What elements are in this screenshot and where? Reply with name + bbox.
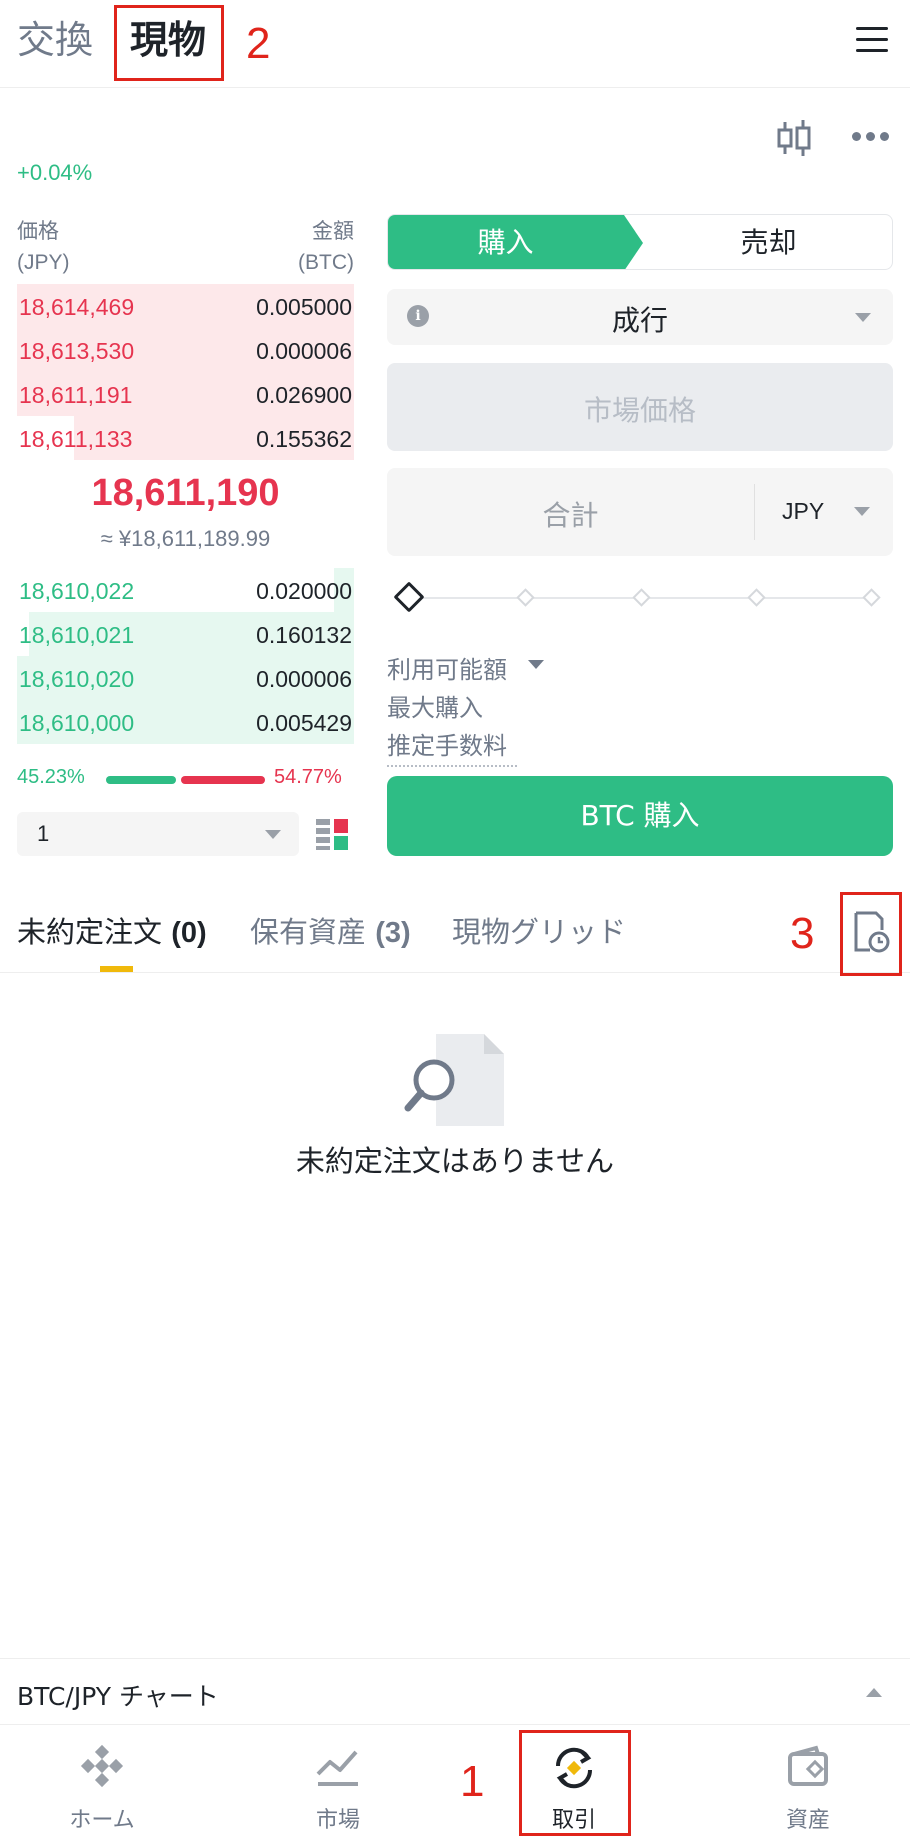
tab-exchange[interactable]: 交換 xyxy=(17,14,93,66)
bid-row[interactable]: 18,610,000 0.005429 xyxy=(17,700,354,744)
annotation-number-1: 1 xyxy=(460,1757,485,1806)
nav-market-label: 市場 xyxy=(315,1808,360,1833)
empty-state-message: 未約定注文はありません xyxy=(295,1144,615,1178)
no-orders-icon xyxy=(404,1034,504,1126)
order-type-value: 成行 xyxy=(611,304,668,337)
price-unit-label: (JPY) xyxy=(17,251,70,274)
amount-header-label: 金額 xyxy=(312,220,354,243)
buy-btc-button[interactable]: BTC 購入 xyxy=(387,776,893,856)
ask-price: 18,611,133 xyxy=(19,426,133,452)
sell-ratio-label: 54.77% xyxy=(274,766,342,788)
sell-tab[interactable]: 売却 xyxy=(643,215,892,269)
market-price-field: 市場価格 xyxy=(387,363,893,451)
slider-node-75[interactable] xyxy=(747,588,766,607)
ask-amount: 0.155362 xyxy=(256,426,352,452)
bid-row[interactable]: 18,610,021 0.160132 xyxy=(17,612,354,656)
nav-home[interactable]: ホーム xyxy=(22,1724,182,1840)
ask-amount: 0.005000 xyxy=(256,294,352,320)
bid-price: 18,610,021 xyxy=(19,622,135,648)
bid-price: 18,610,000 xyxy=(19,710,135,736)
tab-open-orders-label: 未約定注文 xyxy=(17,915,163,949)
ask-row[interactable]: 18,611,191 0.026900 xyxy=(17,372,354,416)
total-input[interactable]: 合計 JPY xyxy=(387,468,893,556)
amount-unit-label: (BTC) xyxy=(298,251,354,274)
fee-underline xyxy=(387,765,517,767)
last-price-fiat: ≈ ¥18,611,189.99 xyxy=(100,526,271,551)
ask-amount: 0.026900 xyxy=(256,382,352,408)
order-book-price-header: 価格 (JPY) xyxy=(17,216,70,278)
slider-node-100[interactable] xyxy=(862,588,881,607)
bid-amount: 0.020000 xyxy=(256,578,352,604)
bid-row[interactable]: 18,610,020 0.000006 xyxy=(17,656,354,700)
tab-holdings-label: 保有資産 xyxy=(250,915,367,949)
annotation-box-trade xyxy=(519,1730,631,1836)
chevron-down-icon xyxy=(854,507,870,516)
annotation-number-3: 3 xyxy=(790,909,815,958)
sell-ratio-bar xyxy=(181,776,265,784)
bid-amount: 0.160132 xyxy=(256,622,352,648)
buy-tab[interactable]: 購入 xyxy=(388,215,643,269)
bid-price: 18,610,022 xyxy=(19,578,135,604)
tab-holdings-count: (3) xyxy=(375,917,411,949)
home-icon xyxy=(80,1744,124,1788)
estimated-fee-label[interactable]: 推定手数料 xyxy=(387,726,507,761)
bid-amount: 0.005429 xyxy=(256,710,352,736)
depth-precision-select[interactable]: 1 xyxy=(17,812,299,856)
hamburger-menu-icon[interactable] xyxy=(856,24,888,56)
bid-amount: 0.000006 xyxy=(256,666,352,692)
more-options-icon[interactable] xyxy=(852,132,890,144)
wallet-icon xyxy=(788,1745,828,1786)
candlestick-chart-icon[interactable] xyxy=(776,118,812,158)
ask-price: 18,613,530 xyxy=(19,338,135,364)
tab-spot-grid[interactable]: 現物グリッド xyxy=(452,912,626,952)
chevron-down-icon[interactable] xyxy=(528,660,544,669)
tab-open-orders[interactable]: 未約定注文 (0) xyxy=(17,912,207,953)
tab-open-orders-count: (0) xyxy=(171,917,207,949)
chevron-down-icon xyxy=(855,313,871,322)
chevron-down-icon xyxy=(265,830,281,839)
market-icon xyxy=(316,1750,358,1786)
order-book-layout-icon[interactable] xyxy=(315,817,349,851)
total-placeholder: 合計 xyxy=(542,499,599,532)
bid-price: 18,610,020 xyxy=(19,666,135,692)
chevron-up-icon[interactable] xyxy=(866,1688,882,1697)
ask-price: 18,614,469 xyxy=(19,294,135,320)
slider-node-25[interactable] xyxy=(516,588,535,607)
order-history-icon[interactable] xyxy=(852,910,890,954)
order-book-amount-header: 金額 (BTC) xyxy=(254,216,354,278)
order-type-select[interactable]: i 成行 xyxy=(387,289,893,345)
buy-ratio-label: 45.23% xyxy=(17,766,85,788)
ask-row[interactable]: 18,611,133 0.155362 xyxy=(17,416,354,460)
currency-select[interactable]: JPY xyxy=(782,498,824,525)
bid-row[interactable]: 18,610,022 0.020000 xyxy=(17,568,354,612)
chart-toggle-bar[interactable]: BTC/JPY チャート xyxy=(0,1658,910,1724)
price-change-percent: +0.04% xyxy=(17,160,93,185)
last-price: 18,611,190 xyxy=(91,472,280,514)
price-header-label: 価格 xyxy=(17,220,59,243)
nav-assets-label: 資産 xyxy=(785,1808,830,1833)
nav-market[interactable]: 市場 xyxy=(258,1724,418,1840)
ask-row[interactable]: 18,614,469 0.005000 xyxy=(17,284,354,328)
annotation-box-spot xyxy=(114,5,224,81)
ask-row[interactable]: 18,613,530 0.000006 xyxy=(17,328,354,372)
annotation-number-2: 2 xyxy=(246,19,271,68)
buy-ratio-bar xyxy=(106,776,176,784)
slider-node-50[interactable] xyxy=(632,588,651,607)
chart-toggle-label: BTC/JPY チャート xyxy=(17,1682,219,1711)
ask-amount: 0.000006 xyxy=(256,338,352,364)
divider xyxy=(754,484,755,540)
slider-thumb[interactable] xyxy=(393,581,425,613)
max-buy-label: 最大購入 xyxy=(387,694,483,722)
ask-price: 18,611,191 xyxy=(19,382,133,408)
buy-sell-toggle: 購入 売却 xyxy=(387,214,893,270)
nav-assets[interactable]: 資産 xyxy=(728,1724,888,1840)
nav-home-label: ホーム xyxy=(69,1808,135,1833)
divider xyxy=(0,972,910,973)
depth-precision-value: 1 xyxy=(37,821,50,846)
available-balance-label[interactable]: 利用可能額 xyxy=(387,650,507,685)
tab-holdings[interactable]: 保有資産 (3) xyxy=(250,912,411,953)
market-price-placeholder: 市場価格 xyxy=(583,394,696,427)
